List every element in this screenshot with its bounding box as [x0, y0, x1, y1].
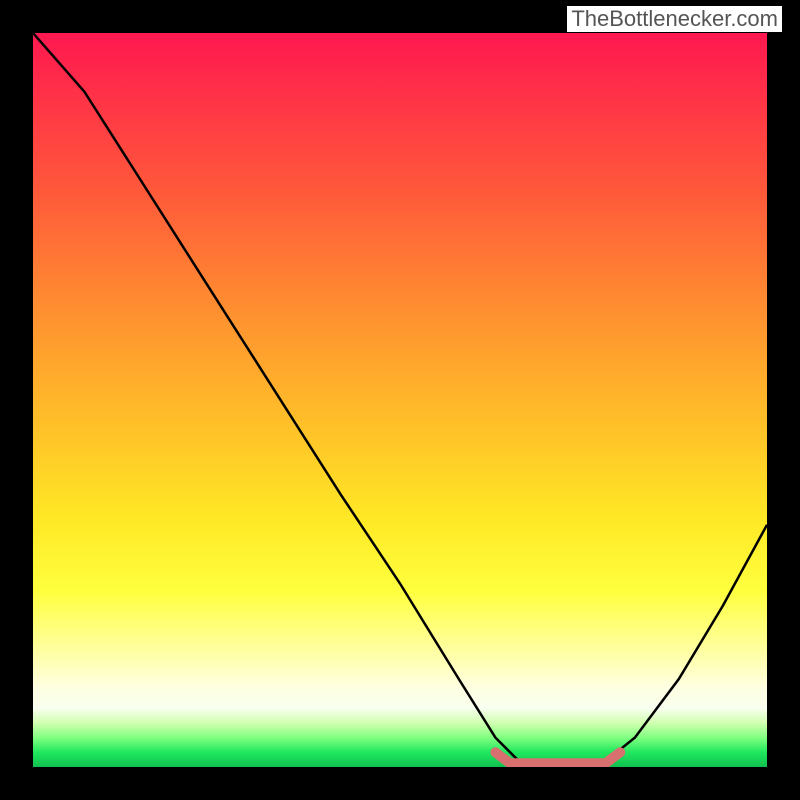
chart-container: TheBottlenecker.com	[0, 0, 800, 800]
bottleneck-curve	[33, 33, 767, 767]
plot-area	[33, 33, 767, 767]
watermark-text: TheBottlenecker.com	[567, 6, 782, 32]
chart-svg	[33, 33, 767, 767]
